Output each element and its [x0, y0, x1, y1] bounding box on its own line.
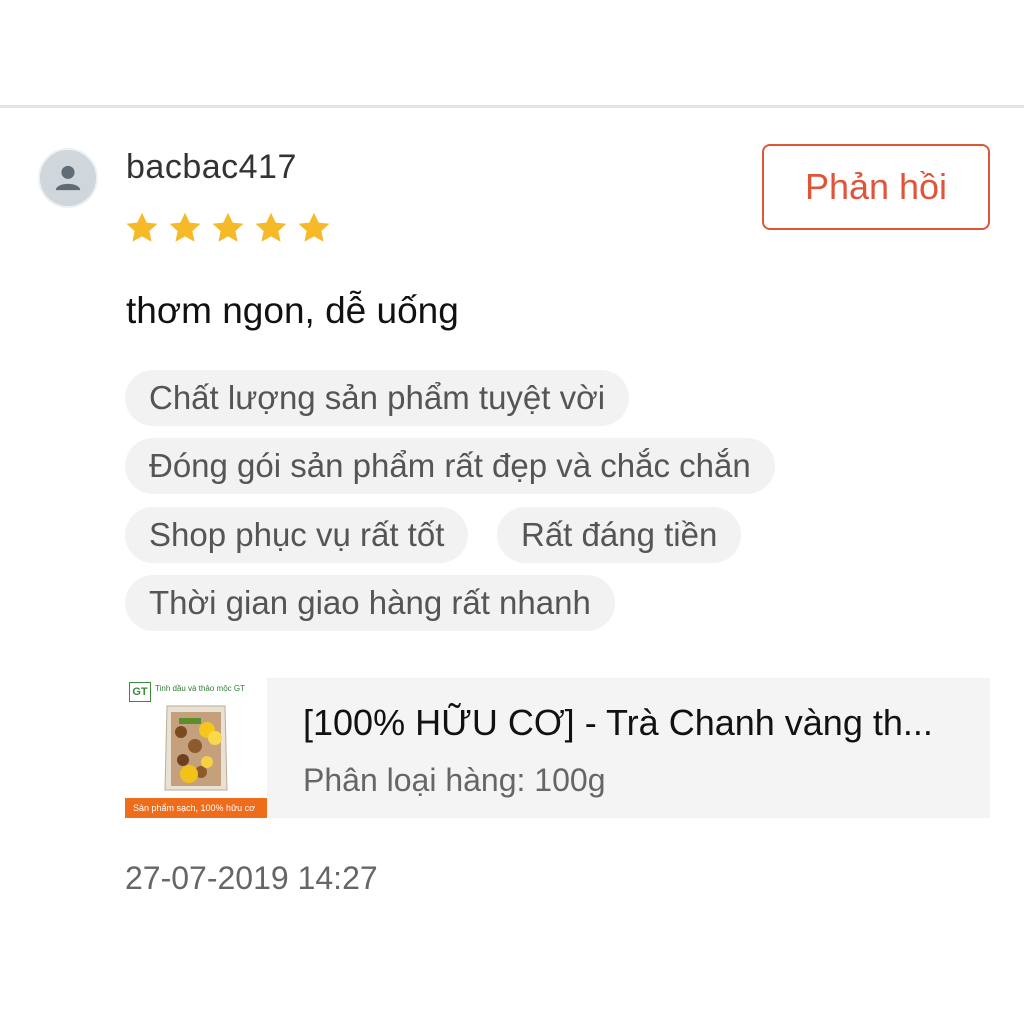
review-tag: Đóng gói sản phẩm rất đẹp và chắc chắn: [125, 438, 775, 494]
user-avatar-icon[interactable]: [38, 148, 98, 208]
product-variant: Phân loại hàng: 100g: [303, 762, 606, 798]
product-card[interactable]: GT Tinh dầu và thảo mộc GT Sản phẩm sạch…: [125, 678, 990, 818]
top-bar: [0, 0, 1024, 108]
review-tag: Shop phục vụ rất tốt: [125, 507, 469, 563]
star-icon: [212, 212, 244, 242]
star-icon: [298, 212, 330, 242]
tea-package-icon: [164, 705, 228, 791]
rating-stars: [124, 210, 332, 246]
product-info: [100% HỮU CƠ] - Trà Chanh vàng th... Phâ…: [267, 678, 933, 818]
thumb-brand-text: Tinh dầu và thảo mộc GT: [155, 684, 245, 693]
star-icon: [255, 212, 287, 242]
reply-button[interactable]: Phản hồi: [762, 144, 990, 230]
review-tag: Chất lượng sản phẩm tuyệt vời: [125, 370, 630, 426]
star-icon: [126, 212, 158, 242]
product-thumbnail: GT Tinh dầu và thảo mộc GT Sản phẩm sạch…: [125, 678, 267, 818]
brand-logo-icon: GT: [129, 682, 151, 702]
star-icon: [169, 212, 201, 242]
product-name: [100% HỮU CƠ] - Trà Chanh vàng th...: [303, 702, 933, 743]
review-tag: Thời gian giao hàng rất nhanh: [125, 575, 615, 631]
thumb-banner-text: Sản phẩm sạch, 100% hữu cơ: [125, 798, 267, 818]
username[interactable]: bacbac417: [126, 148, 297, 187]
review-timestamp: 27-07-2019 14:27: [125, 860, 378, 896]
review-tag: Rất đáng tiền: [497, 507, 742, 563]
review-comment: thơm ngon, dễ uống: [126, 290, 459, 331]
